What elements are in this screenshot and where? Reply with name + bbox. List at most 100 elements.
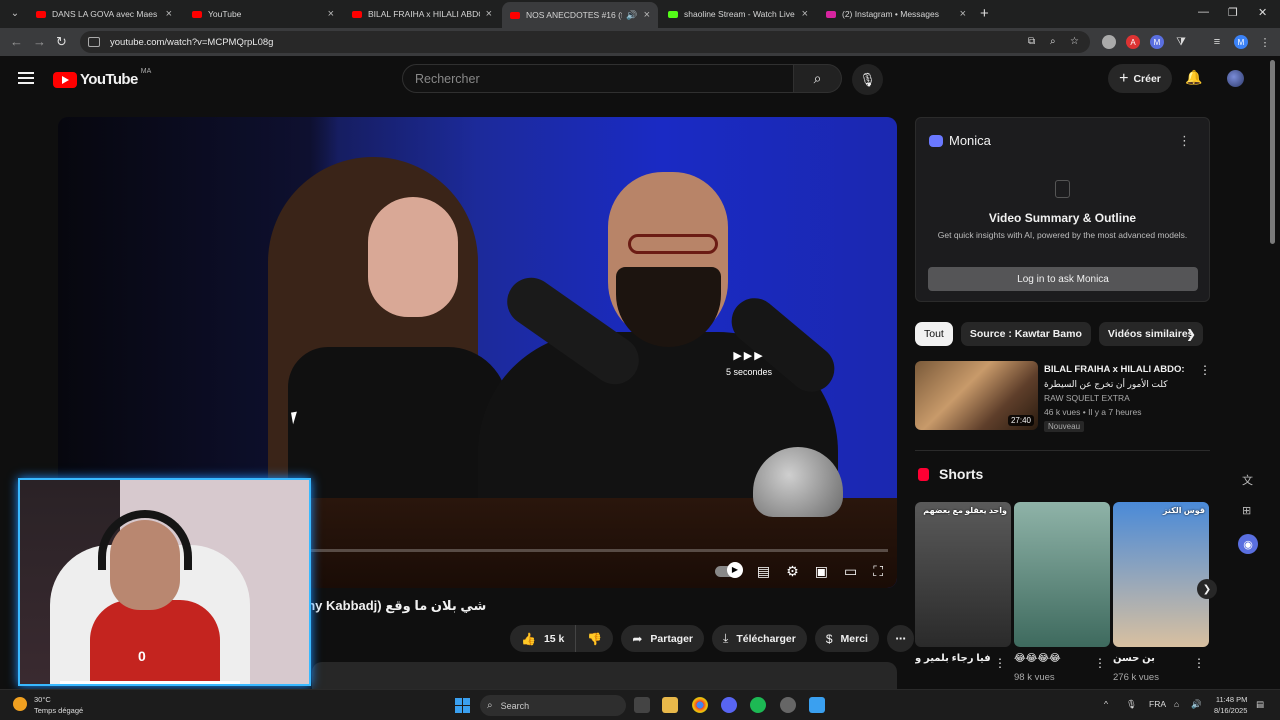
translate-icon[interactable]: 文 [1242,472,1253,488]
windows-start-icon[interactable] [455,698,470,713]
browser-tab-active[interactable]: NOS ANECDOTES #16 (ft Fa 🔊 × [502,2,658,28]
search-button[interactable]: ⌕ [794,64,842,93]
thanks-button[interactable]: $ Merci [814,625,879,652]
miniplayer-icon[interactable]: ▣ [815,563,828,580]
share-button[interactable]: ➦ Partager [621,625,705,652]
apps-icon[interactable]: ⊞ [1242,504,1251,517]
reload-icon[interactable]: ↻ [56,34,67,50]
chip-all[interactable]: Tout [915,322,953,346]
short-title[interactable]: كواليس برنامج فيا رجاء بلمير و... [915,653,993,664]
chevron-right-icon[interactable]: ❯ [1186,327,1196,341]
close-tab-icon[interactable]: × [486,8,492,20]
recommended-title[interactable]: BILAL FRAIHA x HILALI ABDO: كلت الأمور أ… [1044,363,1204,391]
monica-heading: Video Summary & Outline [988,211,1137,225]
short-menu-icon[interactable]: ⋮ [1193,656,1205,670]
volume-icon[interactable]: 🔊 [1191,699,1202,710]
recommended-channel[interactable]: RAW SQUELT EXTRA [1044,393,1130,403]
close-tab-icon[interactable]: × [960,8,966,20]
menu-dots-icon[interactable]: ⋮ [1258,35,1272,49]
menu-icon[interactable] [18,72,34,87]
bookmark-star-icon[interactable]: ☆ [1070,36,1079,47]
taskbar-search[interactable]: ⌕ Search [480,695,626,716]
wifi-icon[interactable]: ⌂ [1174,699,1179,709]
tray-chevron-icon[interactable]: ^ [1104,699,1108,709]
autoplay-toggle[interactable] [714,562,743,578]
browser-tab[interactable]: DANS LA GOVA avec Maes | "Le × [28,2,180,26]
video-menu-icon[interactable]: ⋮ [1199,363,1211,377]
discord-icon[interactable] [721,697,737,713]
video-thumbnail[interactable]: 27:40 [915,361,1038,430]
short-thumbnail[interactable]: قوس الكنز [1113,502,1209,647]
youtube-logo[interactable]: YouTube MA [53,68,151,88]
browser-tab[interactable]: (2) Instagram • Messages × [818,2,974,26]
weather-moon-icon[interactable] [13,697,27,711]
notifications-bell-icon[interactable]: 🔔 [1185,69,1202,86]
dislike-button[interactable]: 👎 [576,625,614,652]
video-duration: 27:40 [1007,415,1034,426]
monica-floating-icon[interactable]: ◉ [1238,534,1258,554]
download-label: Télécharger [736,632,796,645]
short-title[interactable]: بن حسن [1113,653,1155,664]
profile-avatar[interactable]: M [1234,35,1248,49]
close-tab-icon[interactable]: × [166,8,172,20]
chip-source[interactable]: Source : Kawtar Bamo [960,322,1091,346]
adblock-extension-icon[interactable]: A [1126,35,1140,49]
clock[interactable]: 11:48 PM 8/16/2025 [1214,694,1247,716]
extension-icon[interactable] [1102,35,1116,49]
notification-icon[interactable]: ▤ [1256,699,1264,710]
language-indicator[interactable]: FRA [1149,699,1166,709]
notepad-icon[interactable] [809,697,825,713]
url-bar[interactable]: youtube.com/watch?v=MCPMQrpL08g ⧉ ⌕ ☆ [80,31,1090,53]
short-thumbnail[interactable] [1014,502,1110,647]
puzzle-icon[interactable]: ⧩ [1174,35,1188,49]
close-tab-icon[interactable]: × [328,8,334,20]
short-title[interactable]: 😂😂😂😂 [1014,653,1061,664]
close-tab-icon[interactable]: × [644,9,650,21]
site-info-icon[interactable] [88,37,100,47]
close-window-icon[interactable]: ✕ [1258,6,1267,19]
back-icon[interactable]: ← [10,34,23,49]
account-avatar[interactable] [1227,70,1244,87]
fullscreen-icon[interactable]: ⛶ [873,563,883,580]
spotify-icon[interactable] [750,697,766,713]
close-tab-icon[interactable]: × [802,8,808,20]
create-button[interactable]: + Créer [1108,64,1172,93]
subtitles-icon[interactable]: ▤ [757,563,770,580]
minimize-icon[interactable]: — [1198,6,1209,18]
voice-search-button[interactable]: 🎙 [852,64,883,95]
theater-mode-icon[interactable]: ▭ [844,563,857,580]
search-input[interactable] [402,64,794,93]
monica-login-button[interactable]: Log in to ask Monica [928,267,1198,291]
scrollbar[interactable] [1270,60,1275,244]
progress-bar[interactable] [308,549,888,552]
app-icon[interactable] [780,697,796,713]
monica-menu-icon[interactable]: ⋮ [1178,133,1191,149]
tab-search-icon[interactable]: ⌄ [6,4,24,22]
browser-tab[interactable]: shaoline Stream - Watch Live o × [660,2,816,26]
task-view-icon[interactable] [634,697,650,713]
short-menu-icon[interactable]: ⋮ [1094,656,1106,670]
microphone-tray-icon[interactable]: 🎙 [1126,699,1137,710]
short-thumbnail[interactable]: واحد يعقلو مع بعضهم [915,502,1011,647]
settings-gear-icon[interactable]: ⚙ [786,563,799,580]
restore-icon[interactable]: ❐ [1228,6,1238,19]
browser-tab[interactable]: BILAL FRAIHA x HILALI ABDO: × [344,2,500,26]
description-box[interactable] [312,662,897,692]
sidebar-icon[interactable]: ≡ [1210,35,1224,49]
like-button[interactable]: 👍 15 k [510,625,577,652]
speaker-icon[interactable]: 🔊 [626,10,637,21]
cast-icon[interactable]: ⧉ [1028,36,1035,47]
more-actions-button[interactable]: ⋯ [886,625,914,652]
zoom-icon[interactable]: ⌕ [1050,36,1056,47]
new-tab-icon[interactable]: + [980,5,989,22]
forward-icon[interactable]: → [33,34,46,49]
weather-widget[interactable]: 30°C Temps dégagé [34,694,83,716]
recommended-video[interactable]: 27:40 BILAL FRAIHA x HILALI ABDO: كلت ال… [915,361,1215,432]
file-explorer-icon[interactable] [662,697,678,713]
short-menu-icon[interactable]: ⋮ [994,656,1006,670]
download-button[interactable]: ⤓ Télécharger [712,625,807,652]
chrome-icon[interactable] [692,697,708,713]
monica-extension-icon[interactable]: M [1150,35,1164,49]
shorts-next-icon[interactable]: ❯ [1197,579,1217,599]
browser-tab[interactable]: YouTube × [184,2,342,26]
